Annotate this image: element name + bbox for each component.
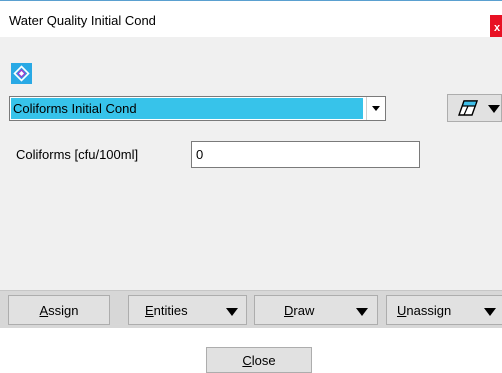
- close-mnemonic: C: [242, 352, 252, 368]
- draw-button[interactable]: Draw: [254, 295, 378, 325]
- close-button[interactable]: Close: [206, 347, 312, 373]
- draw-label: raw: [293, 302, 315, 318]
- condition-select[interactable]: Coliforms Initial Cond: [9, 96, 386, 121]
- condition-icon[interactable]: [11, 63, 32, 84]
- chevron-down-icon: [488, 105, 500, 113]
- button-bar: Assign Entities Draw Unassign: [0, 290, 502, 328]
- close-icon: x: [493, 22, 501, 34]
- entities-button[interactable]: Entities: [128, 295, 247, 325]
- chevron-down-icon: [356, 308, 368, 316]
- chevron-down-icon: [226, 308, 238, 316]
- entities-mnemonic: E: [145, 302, 154, 318]
- unassign-button[interactable]: Unassign: [386, 295, 502, 325]
- eraser-icon: [458, 100, 478, 116]
- coliforms-label: Coliforms [cfu/100ml]: [16, 147, 139, 162]
- edit-condition-button[interactable]: [447, 94, 502, 122]
- dialog-panel: Coliforms Initial Cond Coliforms [cfu/10…: [0, 37, 502, 327]
- condition-select-value: Coliforms Initial Cond: [11, 98, 363, 119]
- chevron-down-icon[interactable]: [366, 97, 385, 120]
- entities-label: ntities: [153, 302, 188, 318]
- condition-shape-icon: [13, 65, 30, 82]
- unassign-label: nassign: [406, 302, 452, 318]
- unassign-mnemonic: U: [397, 302, 407, 318]
- window-title: Water Quality Initial Cond: [9, 13, 156, 28]
- assign-button[interactable]: Assign: [8, 295, 110, 325]
- title-bar: Water Quality Initial Cond x: [0, 1, 502, 41]
- draw-mnemonic: D: [284, 302, 294, 318]
- chevron-down-icon: [484, 308, 496, 316]
- assign-label: ssign: [48, 302, 79, 318]
- assign-mnemonic: A: [39, 302, 49, 318]
- coliforms-input[interactable]: [191, 141, 420, 168]
- close-label: lose: [251, 352, 276, 368]
